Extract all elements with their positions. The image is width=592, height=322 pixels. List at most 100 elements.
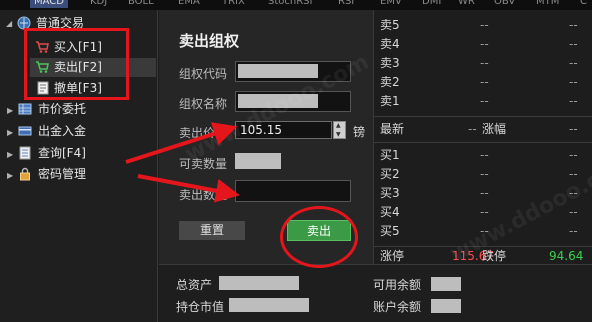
tab-rsi[interactable]: RSI (338, 0, 354, 8)
account-balance-value (431, 299, 461, 313)
tree-item-query[interactable]: 查询[F4] (38, 144, 86, 162)
ask-price: -- (480, 56, 489, 70)
expand-arrow-icon[interactable]: ▶ (7, 171, 13, 180)
ask-label: 卖4 (380, 37, 400, 51)
ask-volume: -- (569, 37, 578, 51)
tab-stochrsi[interactable]: StochRSI (268, 0, 312, 8)
bid-volume: -- (569, 224, 578, 238)
bid-row: 买3 -- -- (374, 184, 592, 203)
available-balance-label: 可用余额 (373, 278, 422, 292)
indicator-tab-bar: MACD KDJ BOLL EMA TRIX StochRSI RSI EMV … (0, 0, 592, 10)
tab-boll[interactable]: BOLL (128, 0, 154, 8)
tree-item-market-order[interactable]: 市价委托 (38, 100, 86, 118)
ask-label: 卖2 (380, 75, 400, 89)
ask-price: -- (480, 37, 489, 51)
bid-label: 买1 (380, 148, 400, 162)
combo-name-label: 组权名称 (179, 97, 228, 111)
account-balance-label: 账户余额 (373, 300, 422, 314)
tab-macd[interactable]: MACD (30, 0, 68, 8)
expand-arrow-icon[interactable]: ▶ (7, 106, 13, 115)
bid-label: 买4 (380, 205, 400, 219)
holdings-value-value (229, 298, 309, 312)
ask-row: 卖1 -- -- (374, 92, 592, 111)
sell-price-input[interactable] (235, 121, 332, 139)
tab-wr[interactable]: WR (458, 0, 475, 8)
page-title: 卖出组权 (179, 32, 240, 50)
bid-volume: -- (569, 167, 578, 181)
ask-label: 卖1 (380, 94, 400, 108)
ask-label: 卖5 (380, 18, 400, 32)
bid-label: 买3 (380, 186, 400, 200)
bid-price: -- (480, 167, 489, 181)
bid-volume: -- (569, 186, 578, 200)
total-assets-value (219, 276, 299, 290)
tab-emv[interactable]: EMV (380, 0, 402, 8)
bid-price: -- (480, 205, 489, 219)
ask-row: 卖3 -- -- (374, 54, 592, 73)
tab-c[interactable]: C (580, 0, 587, 8)
masked-value (238, 94, 318, 108)
bid-volume: -- (569, 205, 578, 219)
reset-button[interactable]: 重置 (179, 221, 245, 240)
bid-price: -- (480, 148, 489, 162)
sell-price-label: 卖出价格 (179, 126, 228, 140)
ask-price: -- (480, 94, 489, 108)
bid-row: 买2 -- -- (374, 165, 592, 184)
bid-label: 买5 (380, 224, 400, 238)
divider (374, 116, 592, 117)
available-balance-value (431, 277, 461, 291)
tab-trix[interactable]: TRIX (222, 0, 245, 8)
available-qty-value (235, 153, 281, 169)
tab-obv[interactable]: OBV (494, 0, 515, 8)
card-icon (18, 126, 32, 136)
bid-row: 买1 -- -- (374, 146, 592, 165)
bid-price: -- (480, 186, 489, 200)
change-label: 涨幅 (482, 122, 507, 136)
price-stepper[interactable]: ▲ ▼ (333, 121, 346, 139)
tree-item-deposit-withdraw[interactable]: 出金入金 (38, 122, 86, 140)
sell-qty-label: 卖出数量 (179, 188, 228, 202)
tab-dmi[interactable]: DMI (422, 0, 441, 8)
divider (374, 142, 592, 143)
stepper-down-icon[interactable]: ▼ (336, 131, 341, 139)
ask-volume: -- (569, 75, 578, 89)
bid-price: -- (480, 224, 489, 238)
tab-kdj[interactable]: KDJ (90, 0, 107, 8)
holdings-value-label: 持仓市值 (176, 300, 225, 314)
lock-icon (20, 167, 30, 181)
ask-price: -- (480, 75, 489, 89)
quote-panel: 卖5 -- -- 卖4 -- -- 卖3 -- -- 卖2 -- -- 卖1 -- -- 最新 --… (373, 10, 592, 264)
ask-volume: -- (569, 18, 578, 32)
masked-value (238, 64, 318, 78)
latest-value: -- (468, 122, 477, 136)
search-list-icon (19, 146, 31, 160)
bid-volume: -- (569, 148, 578, 162)
tree-item-password[interactable]: 密码管理 (38, 165, 86, 183)
bid-row: 买4 -- -- (374, 203, 592, 222)
available-qty-label: 可卖数量 (179, 157, 228, 171)
collapse-arrow-icon[interactable]: ◢ (6, 19, 12, 28)
change-value: -- (569, 122, 578, 136)
ask-volume: -- (569, 94, 578, 108)
sell-qty-input[interactable] (235, 180, 351, 202)
grid-icon (18, 103, 32, 115)
ask-row: 卖5 -- -- (374, 16, 592, 35)
expand-arrow-icon[interactable]: ▶ (7, 150, 13, 159)
annotation-box (24, 28, 129, 100)
stepper-up-icon[interactable]: ▲ (336, 122, 341, 130)
bid-row: 买5 -- -- (374, 222, 592, 241)
latest-label: 最新 (380, 122, 405, 136)
price-unit-label: 镑 (353, 125, 366, 139)
ask-row: 卖4 -- -- (374, 35, 592, 54)
annotation-circle (280, 206, 358, 268)
ask-price: -- (480, 18, 489, 32)
ask-volume: -- (569, 56, 578, 70)
ask-row: 卖2 -- -- (374, 73, 592, 92)
tab-ema[interactable]: EMA (178, 0, 200, 8)
combo-code-label: 组权代码 (179, 67, 228, 81)
tab-mtm[interactable]: MTM (536, 0, 559, 8)
expand-arrow-icon[interactable]: ▶ (7, 128, 13, 137)
ask-label: 卖3 (380, 56, 400, 70)
total-assets-label: 总资产 (176, 278, 213, 292)
bid-label: 买2 (380, 167, 400, 181)
